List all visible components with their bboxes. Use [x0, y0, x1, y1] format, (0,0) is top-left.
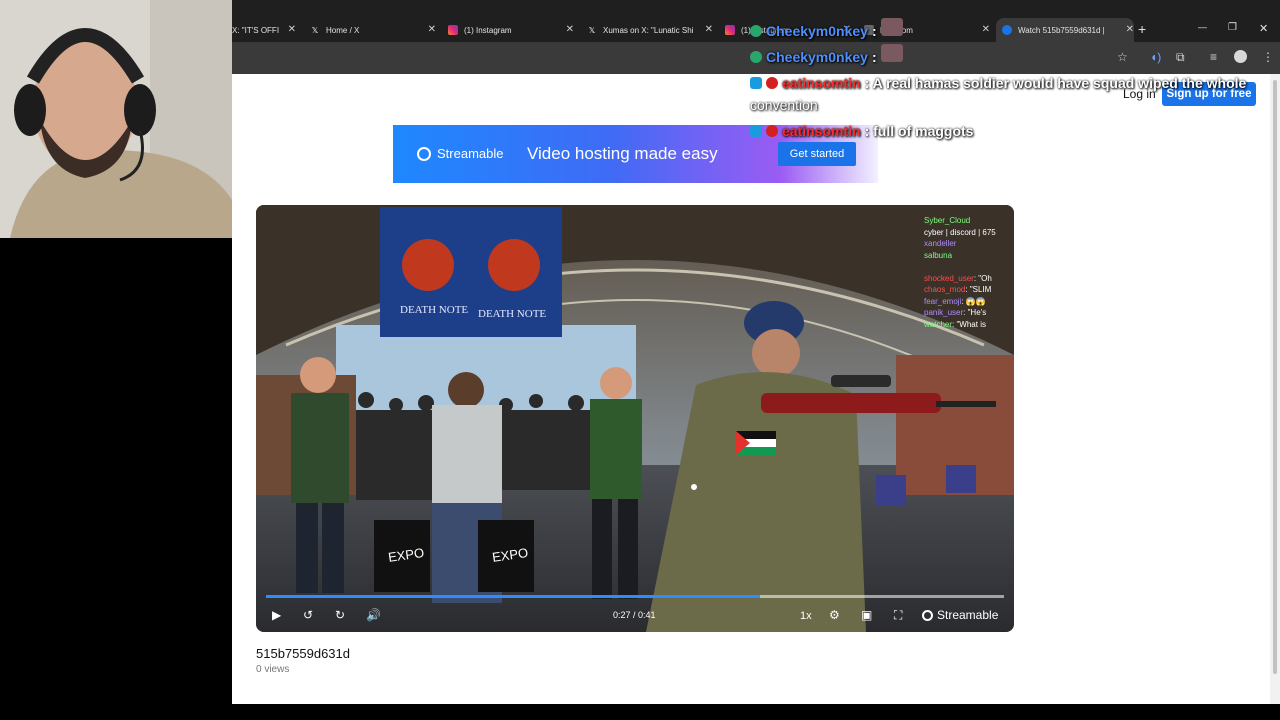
badge-icon: [750, 25, 762, 37]
chat-message: eatinsomtin : A real hamas soldier would…: [750, 70, 1270, 96]
cube-badge-icon: [750, 125, 762, 137]
get-started-button[interactable]: Get started: [778, 142, 856, 166]
vid-chat-text: "Oh: [978, 273, 992, 283]
vid-chat-user: shocked_user: [924, 273, 974, 283]
banner-text-left: DEATH NOTE: [400, 304, 468, 316]
video-chat-overlay: Syber_Cloud cyber | discord | 675 xandel…: [924, 216, 996, 329]
webcam-image: [0, 0, 232, 238]
cursor-icon: [691, 484, 697, 490]
red-badge-icon: [766, 77, 778, 89]
chat-text: : full of maggots: [864, 123, 974, 139]
tab-x-offi[interactable]: X: "IT'S OFFI ✕: [232, 18, 296, 42]
settings-gear-icon[interactable]: ⚙: [829, 608, 840, 622]
x-logo-icon: 𝕏: [588, 25, 596, 35]
vid-chat-user: chaos_mod: [924, 285, 966, 294]
close-icon[interactable]: ✕: [705, 24, 713, 35]
banner-text-right: DEATH NOTE: [478, 308, 546, 320]
tab-home-x[interactable]: 𝕏 Home / X ✕: [310, 18, 436, 42]
emote-icon: [880, 44, 903, 62]
tab-instagram-1[interactable]: (1) Instagram ✕: [448, 18, 574, 42]
vid-chat-text: "He's: [967, 308, 987, 317]
close-icon[interactable]: ✕: [288, 24, 296, 35]
vid-chat-user: Syber_Cloud: [924, 216, 971, 225]
chat-message: [750, 0, 1270, 18]
rewind-icon[interactable]: ↺: [303, 608, 313, 622]
banner-brand: Streamable: [417, 146, 503, 161]
chat-text: : A real hamas soldier would have squad …: [864, 75, 1247, 91]
video-progress-bar[interactable]: [266, 595, 1004, 598]
chat-username: eatinsomtin: [782, 123, 861, 139]
volume-icon[interactable]: 🔊: [366, 608, 381, 622]
chat-message: Cheekym0nkey :: [750, 44, 1270, 70]
vid-chat-text: 😱😱: [965, 296, 986, 306]
vid-chat-user: fear_emoji: [924, 296, 962, 306]
tab-title: Home / X: [326, 25, 360, 35]
streamable-logo-icon: [922, 609, 933, 621]
vid-chat-user: xandeller: [924, 239, 957, 248]
fullscreen-icon[interactable]: ⛶: [894, 608, 902, 623]
chat-username: Cheekym0nkey: [766, 23, 868, 39]
pip-icon[interactable]: ▣: [861, 608, 872, 622]
play-icon[interactable]: ▶: [272, 608, 281, 622]
tab-title: (1) Instagram: [464, 25, 512, 35]
chat-text: :: [871, 23, 877, 39]
webcam-overlay: [0, 0, 232, 238]
page-scrollbar[interactable]: [1270, 74, 1280, 704]
vid-chat-text: "What is: [956, 319, 986, 329]
video-frame: DEATH NOTE DEATH NOTE EXPO EXPO: [256, 205, 1014, 632]
banner-tagline: Video hosting made easy: [527, 144, 718, 163]
streamable-watermark-text: Streamable: [937, 608, 999, 622]
vid-chat-user: watcher: [924, 319, 953, 329]
vid-chat-user: salbuna: [924, 250, 953, 260]
view-count: 0 views: [256, 664, 290, 675]
forward-icon[interactable]: ↻: [335, 608, 345, 622]
stream-chat-overlay: Cheekym0nkey : Cheekym0nkey : eatinsomti…: [750, 0, 1270, 144]
vid-chat-text: "SLIM: [969, 285, 992, 294]
banner-brand-text: Streamable: [437, 146, 504, 161]
close-icon[interactable]: ✕: [428, 24, 436, 35]
tab-xumas[interactable]: 𝕏 Xumas on X: "Lunatic Shi ✕: [587, 18, 713, 42]
video-player[interactable]: DEATH NOTE DEATH NOTE EXPO EXPO Syber_Cl…: [256, 205, 1014, 632]
video-progress-fill: [266, 595, 761, 598]
chat-message: eatinsomtin : full of maggots: [750, 118, 1270, 144]
vid-chat-user: panik_user: [924, 308, 964, 317]
emote-icon: [880, 18, 903, 36]
instagram-icon: [725, 25, 735, 35]
playback-speed-button[interactable]: 1x: [800, 610, 812, 622]
tab-title: X: "IT'S OFFI: [232, 25, 280, 35]
instagram-icon: [448, 25, 458, 35]
streamable-watermark[interactable]: Streamable: [922, 608, 998, 622]
video-time: 0:27 / 0:41: [613, 610, 656, 620]
tab-title: Xumas on X: "Lunatic Shi: [603, 25, 694, 35]
chat-username: Cheekym0nkey: [766, 49, 868, 65]
cube-badge-icon: [750, 77, 762, 89]
close-icon[interactable]: ✕: [566, 24, 574, 35]
video-title: 515b7559d631d: [256, 646, 350, 661]
badge-icon: [750, 51, 762, 63]
x-logo-icon: 𝕏: [311, 25, 319, 35]
taskbar-strip: [0, 704, 1280, 720]
streamable-logo-icon: [417, 146, 431, 161]
chat-message: Cheekym0nkey :: [750, 18, 1270, 44]
chat-text: :: [871, 49, 877, 65]
scrollbar-thumb[interactable]: [1273, 80, 1277, 674]
vid-chat-text: cyber | discord | 675: [924, 227, 996, 237]
red-badge-icon: [766, 125, 778, 137]
